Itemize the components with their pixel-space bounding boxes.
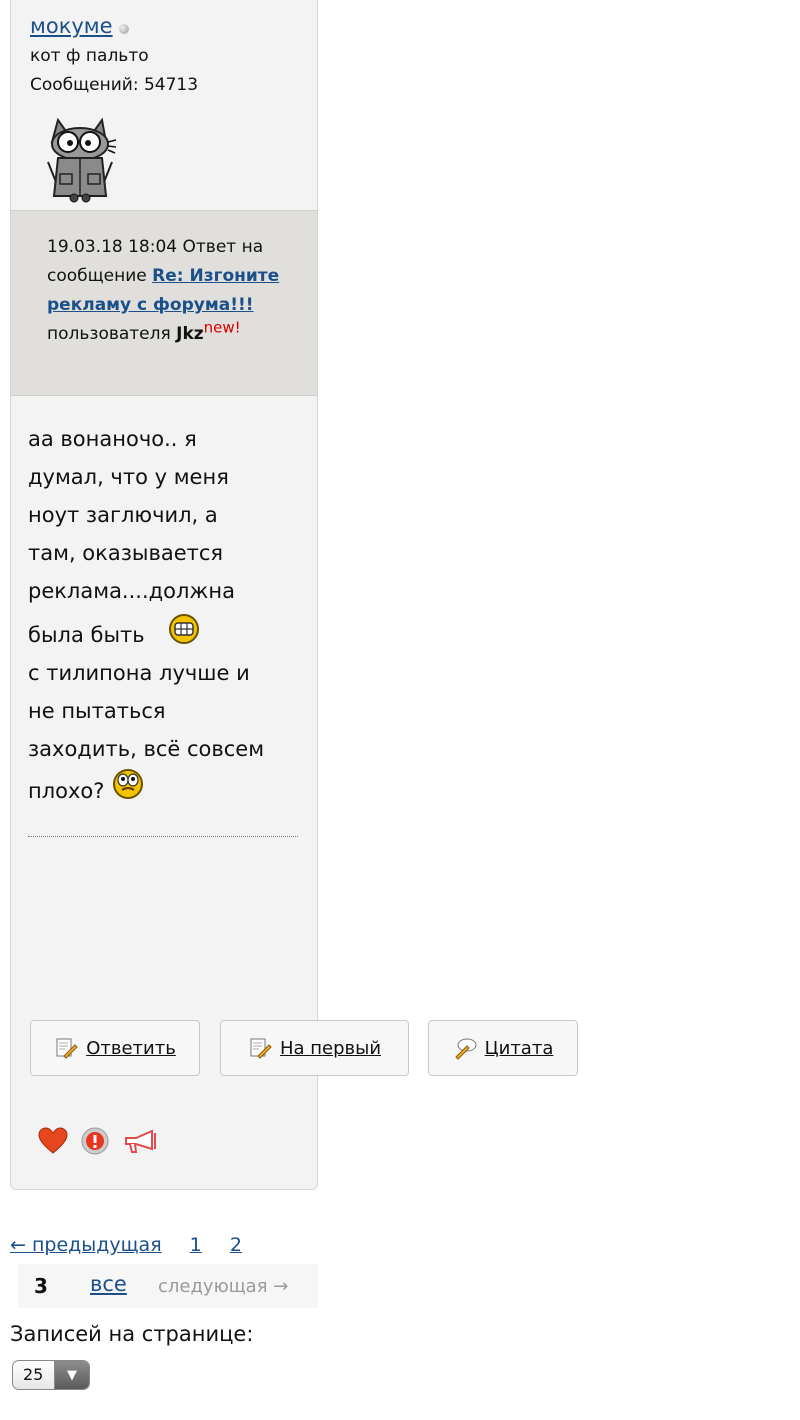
prev-page-link[interactable]: ← предыдущая bbox=[10, 1234, 162, 1256]
next-page-disabled: следующая → bbox=[158, 1276, 289, 1297]
message-line: с тилипона лучше и bbox=[28, 661, 250, 685]
message-line: думал, что у меня bbox=[28, 465, 229, 489]
message-line: плохо? bbox=[28, 779, 105, 803]
message-line: там, оказывается bbox=[28, 541, 224, 565]
edit-note-icon bbox=[56, 1038, 78, 1059]
quote-button[interactable]: Цитата bbox=[428, 1020, 578, 1076]
chevron-down-icon: ▼ bbox=[54, 1361, 89, 1389]
new-badge: new! bbox=[203, 318, 241, 337]
to-first-button-label: На первый bbox=[279, 1037, 382, 1059]
per-page-value: 25 bbox=[23, 1365, 44, 1384]
offline-status-icon bbox=[118, 23, 129, 34]
reply-button-label: Ответить bbox=[86, 1037, 176, 1059]
embarrassed-smiley-icon bbox=[113, 769, 144, 799]
by-label: пользователя bbox=[47, 324, 171, 344]
author-block: мокуме кот ф пальто Сообщений: 54713 bbox=[30, 14, 198, 100]
per-page-select[interactable]: 25 ▼ bbox=[12, 1360, 90, 1390]
signature-separator bbox=[28, 836, 298, 837]
message-line: ноут заглючил, а bbox=[28, 503, 218, 527]
message-line: заходить, всё совсем bbox=[28, 737, 265, 761]
edit-note-icon bbox=[250, 1038, 272, 1059]
post-actions-row bbox=[38, 1126, 162, 1156]
page-link-1[interactable]: 1 bbox=[190, 1234, 202, 1256]
grimace-smiley-icon bbox=[169, 614, 200, 644]
megaphone-icon[interactable] bbox=[122, 1127, 162, 1155]
message-line: аа вонаночо.. я bbox=[28, 427, 197, 451]
message-line: не пытаться bbox=[28, 699, 166, 723]
report-warning-icon[interactable] bbox=[80, 1126, 110, 1156]
message-body: аа вонаночо.. я думал, что у меня ноут з… bbox=[28, 420, 298, 810]
author-post-count: Сообщений: 54713 bbox=[30, 75, 199, 95]
per-page-label: Записей на странице: bbox=[10, 1322, 254, 1346]
reply-meta-panel: 19.03.18 18:04 Ответ на сообщение Re: Из… bbox=[11, 210, 317, 396]
message-line: была быть bbox=[28, 623, 145, 647]
quote-bubble-icon bbox=[454, 1038, 477, 1060]
reply-button[interactable]: Ответить bbox=[30, 1020, 200, 1076]
quote-button-label: Цитата bbox=[484, 1037, 554, 1059]
heart-icon[interactable] bbox=[38, 1127, 68, 1155]
page-link-2[interactable]: 2 bbox=[230, 1234, 242, 1256]
to-first-button[interactable]: На первый bbox=[220, 1020, 409, 1076]
current-page: 3 bbox=[34, 1274, 48, 1298]
pagination-bottom: 3 все следующая → bbox=[18, 1264, 318, 1308]
cat-in-coat-avatar bbox=[47, 117, 116, 203]
all-pages-link[interactable]: все bbox=[90, 1272, 127, 1296]
pagination-top: ← предыдущая 1 2 bbox=[10, 1234, 264, 1256]
message-line: реклама....должна bbox=[28, 579, 235, 603]
author-title: кот ф пальто bbox=[30, 46, 149, 66]
reply-username: Jkz bbox=[176, 324, 204, 344]
author-username[interactable]: мокуме bbox=[30, 14, 113, 38]
post-datetime: 19.03.18 18:04 bbox=[47, 237, 178, 257]
